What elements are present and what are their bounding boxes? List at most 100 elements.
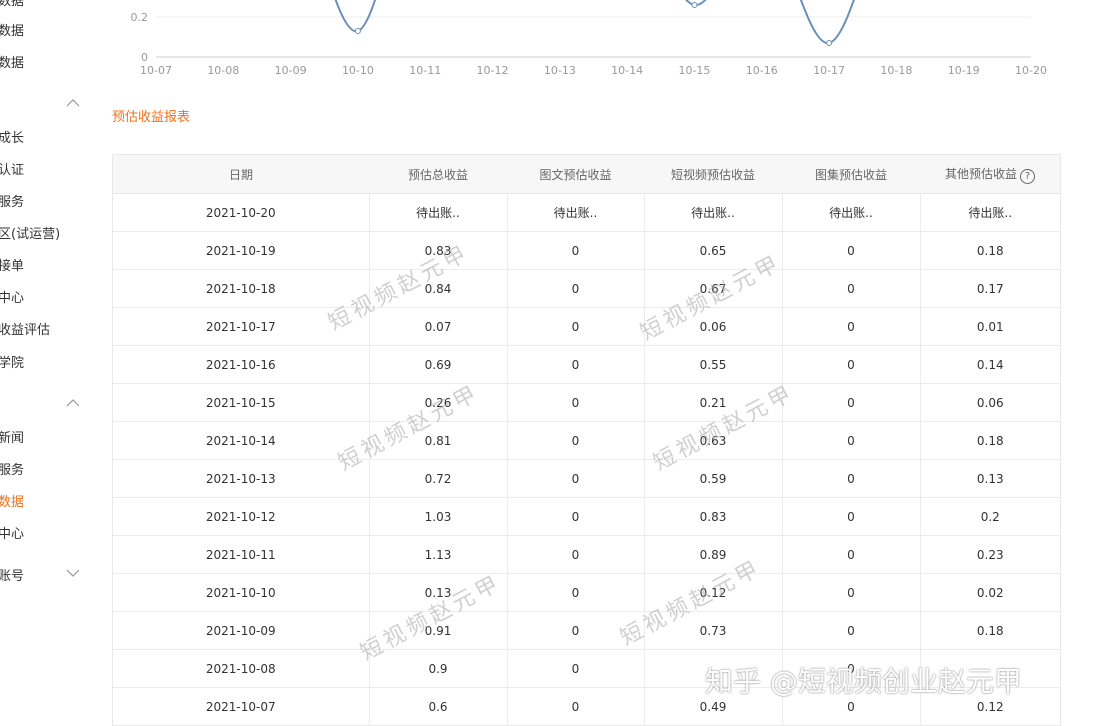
- cell-gallery: 0: [781, 345, 920, 384]
- cell-gallery: 0: [781, 459, 920, 498]
- cell-gallery: 0: [781, 573, 920, 612]
- sidebar-item[interactable]: 中心: [0, 527, 24, 543]
- cell-video: 0.73: [643, 611, 782, 650]
- cell-gallery: 0: [781, 649, 920, 688]
- x-tick-label: 10-15: [678, 64, 710, 77]
- cell-total: 0.07: [368, 307, 507, 346]
- question-circle-icon[interactable]: ?: [1020, 168, 1035, 184]
- col-header-gallery: 图集预估收益: [782, 155, 920, 194]
- sidebar-item[interactable]: 中心: [0, 291, 24, 307]
- table-row: 2021-10-17 0.07 0 0.06 0 0.01: [113, 307, 1060, 346]
- table-row: 2021-10-13 0.72 0 0.59 0 0.13: [113, 459, 1060, 498]
- sidebar-item[interactable]: 数据: [0, 56, 24, 72]
- sidebar-item[interactable]: 服务: [0, 463, 24, 479]
- cell-article: 0: [506, 687, 644, 726]
- cell-total: 0.69: [368, 345, 507, 384]
- cell-article: 0: [506, 459, 644, 498]
- cell-total: 0.13: [368, 573, 507, 612]
- x-tick-label: 10-16: [746, 64, 778, 77]
- cell-article: 0: [506, 649, 644, 688]
- cell-video: 0.59: [643, 459, 782, 498]
- cell-other: [919, 649, 1060, 688]
- table-row: 2021-10-15 0.26 0 0.21 0 0.06: [113, 383, 1060, 422]
- table-row: 2021-10-12 1.03 0 0.83 0 0.2: [113, 497, 1060, 536]
- sidebar-item[interactable]: 接单: [0, 259, 24, 275]
- cell-article: 0: [506, 573, 644, 612]
- sidebar-item[interactable]: 数据: [0, 495, 24, 511]
- sidebar-item[interactable]: 账号: [0, 569, 24, 585]
- cell-date: 2021-10-09: [113, 611, 369, 650]
- table-row: 2021-10-14 0.81 0 0.63 0 0.18: [113, 421, 1060, 460]
- cell-other: 0.14: [919, 345, 1060, 384]
- table-row: 2021-10-11 1.13 0 0.89 0 0.23: [113, 535, 1060, 574]
- data-point[interactable]: [826, 40, 833, 46]
- col-header-video: 短视频预估收益: [644, 155, 782, 194]
- sidebar-item[interactable]: 成长: [0, 131, 24, 147]
- cell-total: 0.72: [368, 459, 507, 498]
- cell-other: 0.18: [919, 421, 1060, 460]
- cell-gallery: 0: [781, 383, 920, 422]
- cell-gallery: 0: [781, 269, 920, 308]
- series-line: [334, 0, 855, 45]
- cell-total: 0.84: [368, 269, 507, 308]
- cell-total: 0.91: [368, 611, 507, 650]
- y-tick-label: 0: [141, 51, 148, 64]
- x-tick-label: 10-08: [207, 64, 239, 77]
- cell-total: 0.81: [368, 421, 507, 460]
- cell-date: 2021-10-12: [113, 497, 369, 536]
- x-tick-label: 10-11: [409, 64, 441, 77]
- cell-article: 0: [506, 307, 644, 346]
- sidebar-item[interactable]: 认证: [0, 163, 24, 179]
- chart-svg: 0 0.2 10-07 10-08 10-09 10-10 10-11 10-12 10-13 1…: [131, 0, 1047, 77]
- sidebar-item[interactable]: 数据: [0, 0, 24, 10]
- cell-article: 0: [506, 611, 644, 650]
- cell-gallery: 0: [781, 687, 920, 726]
- cell-video: 0.06: [643, 307, 782, 346]
- cell-other: 0.01: [919, 307, 1060, 346]
- cell-total: 0.26: [368, 383, 507, 422]
- cell-video: 0.83: [643, 497, 782, 536]
- cell-article: 0: [506, 231, 644, 270]
- cell-date: 2021-10-11: [113, 535, 369, 574]
- report-title: 预估收益报表: [112, 110, 191, 125]
- table-row: 2021-10-07 0.6 0 0.49 0 0.12: [113, 687, 1060, 726]
- sidebar-item[interactable]: 收益评估: [0, 323, 50, 339]
- data-point[interactable]: [691, 2, 698, 8]
- cell-video: 0.89: [643, 535, 782, 574]
- cell-other: 0.06: [919, 383, 1060, 422]
- cell-other: 0.12: [919, 687, 1060, 726]
- sidebar-item[interactable]: 区(试运营): [0, 227, 60, 243]
- chevron-up-icon[interactable]: [66, 96, 80, 110]
- y-tick-label: 0.2: [131, 11, 149, 24]
- cell-video: 待出账..: [643, 193, 782, 232]
- cell-date: 2021-10-14: [113, 421, 369, 460]
- cell-total: 0.6: [368, 687, 507, 726]
- cell-video: 0.55: [643, 345, 782, 384]
- cell-other: 0.13: [919, 459, 1060, 498]
- cell-video: 0.67: [643, 269, 782, 308]
- cell-video: 0.49: [643, 687, 782, 726]
- sidebar-item[interactable]: 服务: [0, 195, 24, 211]
- cell-total: 0.9: [368, 649, 507, 688]
- cell-other: 0.18: [919, 231, 1060, 270]
- cell-total: 1.13: [368, 535, 507, 574]
- col-header-total: 预估总收益: [369, 155, 507, 194]
- chevron-up-icon[interactable]: [66, 396, 80, 410]
- data-point[interactable]: [354, 28, 361, 34]
- cell-article: 0: [506, 269, 644, 308]
- cell-date: 2021-10-10: [113, 573, 369, 612]
- x-tick-label: 10-17: [813, 64, 845, 77]
- table-row: 2021-10-09 0.91 0 0.73 0 0.18: [113, 611, 1060, 650]
- chevron-down-icon[interactable]: [66, 566, 80, 580]
- sidebar-item[interactable]: 数据: [0, 24, 24, 40]
- x-tick-label: 10-19: [948, 64, 980, 77]
- cell-gallery: 0: [781, 611, 920, 650]
- cell-video: [643, 649, 782, 688]
- cell-total: 1.03: [368, 497, 507, 536]
- cell-video: 0.21: [643, 383, 782, 422]
- sidebar-item[interactable]: 新闻: [0, 431, 24, 447]
- cell-gallery: 0: [781, 497, 920, 536]
- cell-gallery: 0: [781, 307, 920, 346]
- sidebar-item[interactable]: 学院: [0, 356, 24, 372]
- cell-other: 0.2: [919, 497, 1060, 536]
